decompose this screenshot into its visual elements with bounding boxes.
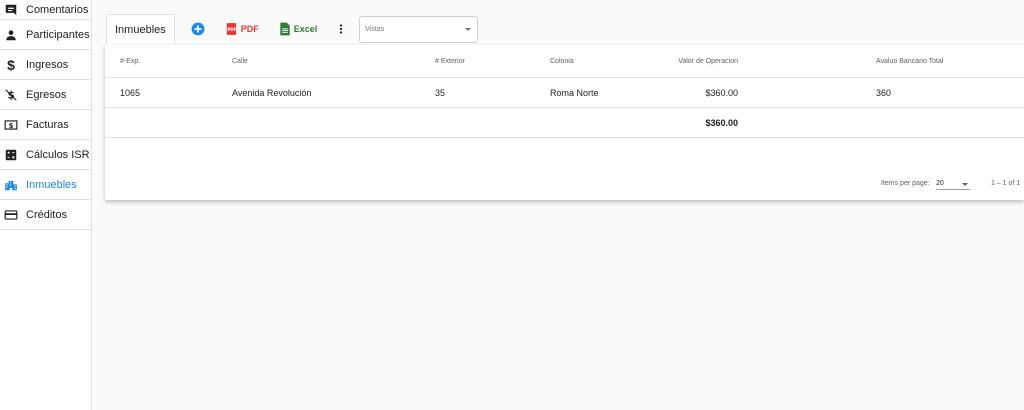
chevron-down-icon: [962, 183, 968, 186]
table-row[interactable]: 1065 Avenida Revolución 35 Roma Norte $3…: [105, 78, 1024, 108]
cell-valor-operacion: $360.00: [705, 87, 738, 98]
sidebar-item-label: Comentarios: [26, 3, 89, 16]
page-range-label: 1 – 1 of 1: [991, 180, 1021, 187]
inmuebles-table-card: #-Exp. Calle # Exterior Colonia Valor de…: [105, 45, 1024, 200]
toolbar: Inmuebles PDF PDF Excel Vistas: [106, 14, 479, 44]
more-options-button[interactable]: [335, 22, 347, 36]
column-header[interactable]: # Exterior: [435, 45, 465, 77]
column-header[interactable]: Valor de Operacion: [645, 45, 738, 77]
sidebar-item-calculos-isr[interactable]: Cálculos ISR: [0, 140, 91, 170]
excel-button[interactable]: Excel: [279, 22, 318, 36]
cell-colonia: Roma Norte: [550, 87, 599, 98]
tab-label: Inmuebles: [115, 23, 166, 36]
add-button[interactable]: [191, 22, 205, 36]
vistas-select[interactable]: Vistas: [359, 15, 479, 43]
items-per-page-label: Items per page:: [881, 180, 930, 187]
paginator: Items per page: 20 1 – 1 of 1: [105, 178, 1024, 190]
svg-text:PDF: PDF: [227, 27, 236, 32]
cell-exterior: 35: [435, 87, 446, 98]
pdf-label: PDF: [240, 24, 259, 34]
cell-calle: Avenida Revolución: [232, 87, 312, 98]
more-vert-icon: [340, 24, 343, 34]
credit-card-icon: [2, 206, 20, 224]
invoice-icon: $: [2, 116, 20, 134]
sidebar-item-comentarios[interactable]: Comentarios: [0, 0, 91, 20]
pdf-button[interactable]: PDF PDF: [225, 22, 259, 36]
tab-inmuebles[interactable]: Inmuebles: [106, 14, 175, 44]
total-valor-operacion: $360.00: [705, 117, 738, 128]
money-off-icon: $: [2, 86, 20, 104]
person-icon: [2, 26, 20, 44]
spreadsheet-icon: [280, 22, 290, 36]
cell-exp: 1065: [120, 87, 141, 98]
sidebar-item-participantes[interactable]: Participantes: [0, 20, 91, 50]
building-icon: [2, 176, 20, 194]
page-size-value: 20: [936, 180, 944, 187]
sidebar-item-label: Participantes: [26, 28, 90, 41]
excel-label: Excel: [293, 24, 318, 34]
comment-icon: [2, 1, 20, 19]
dollar-icon: $: [7, 56, 15, 73]
sidebar-item-inmuebles[interactable]: Inmuebles: [0, 170, 91, 200]
column-header[interactable]: Colonia: [550, 45, 574, 77]
add-circle-icon: [191, 22, 205, 36]
table-footer-row: $360.00: [105, 108, 1024, 138]
main-content: Inmuebles PDF PDF Excel Vistas #-Exp. Ca…: [92, 0, 1024, 410]
calculator-icon: [2, 146, 20, 164]
sidebar-item-ingresos[interactable]: $ Ingresos: [0, 50, 91, 80]
column-header[interactable]: Avaluo Bancario Total: [876, 45, 943, 77]
sidebar-item-label: Ingresos: [26, 58, 69, 71]
pdf-icon: PDF: [226, 23, 236, 35]
sidebar-item-label: Inmuebles: [26, 178, 77, 191]
sidebar-item-label: Cálculos ISR: [26, 148, 90, 161]
sidebar-item-creditos[interactable]: Créditos: [0, 200, 91, 230]
cell-avaluo: 360: [876, 87, 892, 98]
sidebar-item-egresos[interactable]: $ Egresos: [0, 80, 91, 110]
sidebar: Comentarios Participantes $ Ingresos $ E…: [0, 0, 92, 410]
sidebar-item-facturas[interactable]: $ Facturas: [0, 110, 91, 140]
vistas-placeholder: Vistas: [365, 25, 385, 33]
sidebar-item-label: Egresos: [26, 88, 67, 101]
chevron-down-icon: [465, 27, 472, 31]
page-size-select[interactable]: 20: [936, 178, 970, 190]
svg-text:$: $: [9, 121, 14, 129]
sidebar-item-label: Créditos: [26, 208, 67, 221]
column-header[interactable]: #-Exp.: [120, 45, 140, 77]
sidebar-item-label: Facturas: [26, 118, 69, 131]
table-header-row: #-Exp. Calle # Exterior Colonia Valor de…: [105, 45, 1024, 78]
column-header[interactable]: Calle: [232, 45, 248, 77]
